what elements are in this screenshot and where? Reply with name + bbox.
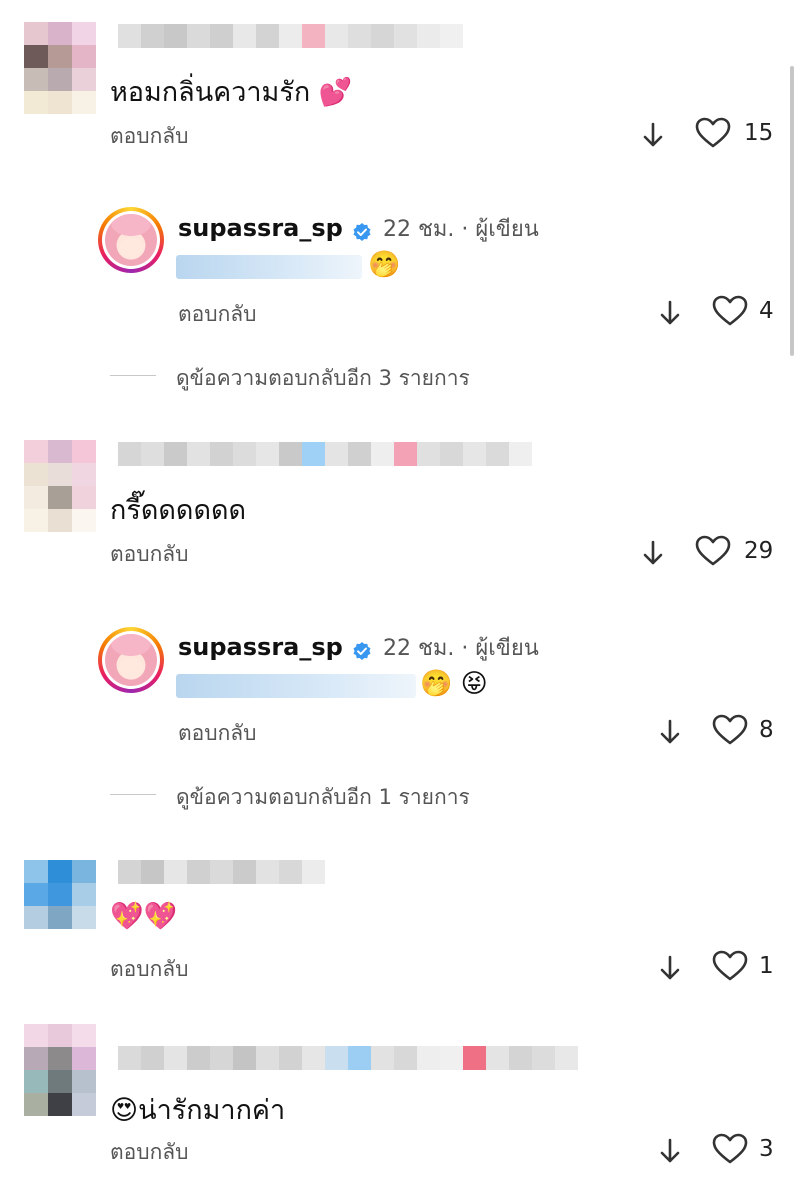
scrollbar[interactable]: [790, 66, 794, 356]
heart-outline-icon[interactable]: [695, 535, 731, 567]
username-redacted[interactable]: [118, 1046, 578, 1070]
reply-emoji: 🤭: [368, 250, 401, 280]
reply-button[interactable]: ตอบกลับ: [178, 717, 257, 750]
arrow-down-icon[interactable]: [658, 718, 682, 746]
arrow-down-icon[interactable]: [658, 954, 682, 982]
view-more-replies[interactable]: ดูข้อความตอบกลับอีก 3 รายการ: [176, 362, 470, 395]
redacted-text: [176, 674, 416, 698]
avatar[interactable]: [24, 22, 96, 114]
avatar[interactable]: [24, 440, 96, 532]
like-count: 1: [759, 953, 774, 979]
reply-button[interactable]: ตอบกลับ: [110, 953, 189, 986]
heart-outline-icon[interactable]: [712, 295, 748, 327]
comment-text: กรี๊ดดดดดด: [110, 495, 247, 526]
divider: [110, 794, 156, 795]
heart-outline-icon[interactable]: [695, 117, 731, 149]
timestamp-author: 22 ชม. · ผู้เขียน: [383, 217, 539, 242]
heart-outline-icon[interactable]: [712, 950, 748, 982]
reply-emoji: 🤭 😝: [420, 669, 488, 699]
heart-outline-icon[interactable]: [712, 1133, 748, 1165]
timestamp-author: 22 ชม. · ผู้เขียน: [383, 636, 539, 661]
verified-badge-icon: [353, 222, 371, 241]
reply-button[interactable]: ตอบกลับ: [178, 298, 257, 331]
like-count: 8: [759, 717, 774, 743]
username-redacted[interactable]: [118, 24, 463, 48]
username[interactable]: supassra_sp: [178, 633, 343, 661]
username-redacted[interactable]: [118, 442, 532, 466]
heart-outline-icon[interactable]: [712, 714, 748, 746]
like-count: 3: [759, 1136, 774, 1162]
verified-badge-icon: [353, 641, 371, 660]
avatar[interactable]: [24, 1024, 96, 1116]
view-more-replies[interactable]: ดูข้อความตอบกลับอีก 1 รายการ: [176, 781, 470, 814]
redacted-text: [176, 255, 362, 279]
arrow-down-icon[interactable]: [658, 1137, 682, 1165]
like-count: 4: [759, 298, 774, 324]
like-count: 15: [744, 120, 774, 146]
avatar[interactable]: [98, 207, 164, 273]
divider: [110, 375, 156, 376]
username-redacted[interactable]: [118, 860, 325, 884]
like-count: 29: [744, 538, 774, 564]
comment-text: 💖💖: [110, 901, 178, 932]
avatar[interactable]: [98, 627, 164, 693]
reply-button[interactable]: ตอบกลับ: [110, 1136, 189, 1169]
reply-button[interactable]: ตอบกลับ: [110, 538, 189, 571]
arrow-down-icon[interactable]: [641, 121, 665, 149]
arrow-down-icon[interactable]: [658, 299, 682, 327]
comment-text: หอมกลิ่นความรัก 💕: [110, 77, 353, 108]
reply-button[interactable]: ตอบกลับ: [110, 120, 189, 153]
username[interactable]: supassra_sp: [178, 214, 343, 242]
comment-text: 😍น่ารักมากค่า: [110, 1095, 286, 1126]
avatar[interactable]: [24, 860, 96, 930]
arrow-down-icon[interactable]: [641, 539, 665, 567]
